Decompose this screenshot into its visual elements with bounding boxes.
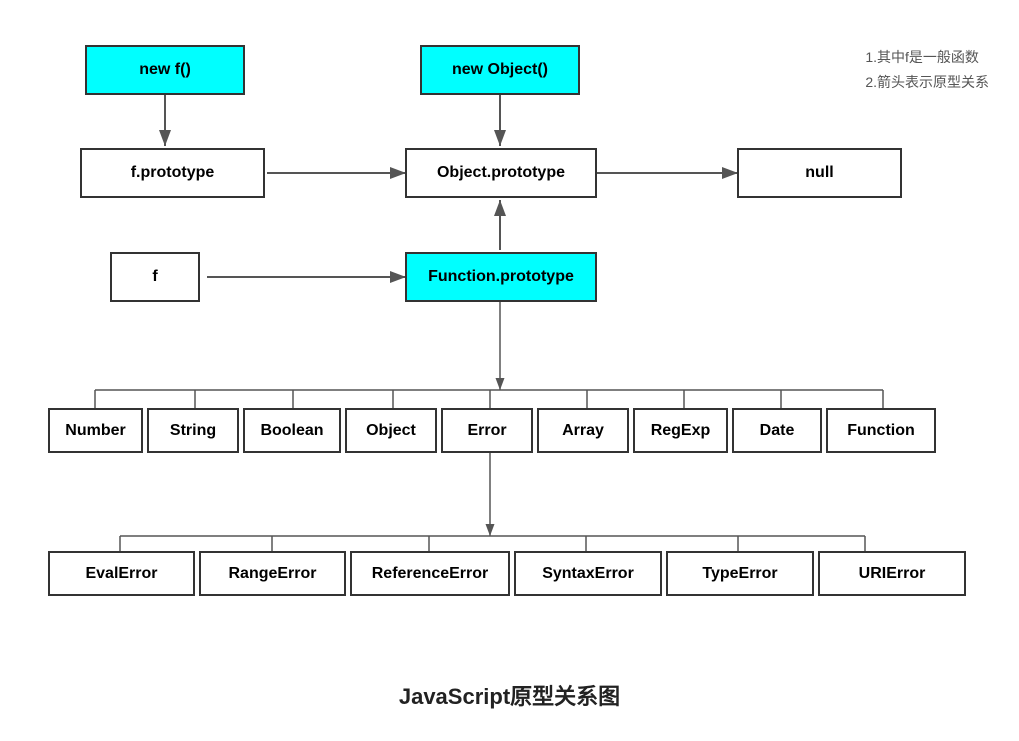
evalerror-label: EvalError	[85, 565, 157, 583]
function-prototype-box: Function.prototype	[405, 252, 597, 302]
rangeerror-box: RangeError	[199, 551, 346, 596]
typeerror-box: TypeError	[666, 551, 814, 596]
diagram-title: JavaScript原型关系图	[399, 679, 620, 711]
new-f-box: new f()	[85, 45, 245, 95]
legend: 1.其中f是一般函数 2.箭头表示原型关系	[865, 45, 989, 95]
evalerror-box: EvalError	[48, 551, 195, 596]
date-box: Date	[732, 408, 822, 453]
regexp-label: RegExp	[651, 422, 711, 440]
typeerror-label: TypeError	[702, 565, 777, 583]
f-box: f	[110, 252, 200, 302]
boolean-label: Boolean	[260, 422, 323, 440]
date-label: Date	[760, 422, 795, 440]
diagram: new f() new Object() f.prototype Object.…	[0, 0, 1019, 741]
number-label: Number	[65, 422, 125, 440]
object-prototype-label: Object.prototype	[437, 164, 565, 182]
number-box: Number	[48, 408, 143, 453]
error-label: Error	[467, 422, 506, 440]
object-prototype-box: Object.prototype	[405, 148, 597, 198]
f-prototype-label: f.prototype	[131, 164, 215, 182]
arrows-svg	[0, 0, 1019, 741]
string-box: String	[147, 408, 239, 453]
syntaxerror-box: SyntaxError	[514, 551, 662, 596]
legend-line2: 2.箭头表示原型关系	[865, 70, 989, 95]
f-label: f	[152, 268, 157, 286]
function-prototype-label: Function.prototype	[428, 268, 574, 286]
referenceerror-box: ReferenceError	[350, 551, 510, 596]
function-box: Function	[826, 408, 936, 453]
array-label: Array	[562, 422, 604, 440]
object-box: Object	[345, 408, 437, 453]
error-box: Error	[441, 408, 533, 453]
f-prototype-box: f.prototype	[80, 148, 265, 198]
rangeerror-label: RangeError	[228, 565, 316, 583]
function-label: Function	[847, 422, 915, 440]
new-object-label: new Object()	[452, 61, 548, 79]
regexp-box: RegExp	[633, 408, 728, 453]
string-label: String	[170, 422, 216, 440]
urierror-box: URIError	[818, 551, 966, 596]
referenceerror-label: ReferenceError	[372, 565, 489, 583]
new-object-box: new Object()	[420, 45, 580, 95]
new-f-label: new f()	[139, 61, 191, 79]
null-box: null	[737, 148, 902, 198]
array-box: Array	[537, 408, 629, 453]
legend-line1: 1.其中f是一般函数	[865, 45, 989, 70]
urierror-label: URIError	[859, 565, 926, 583]
boolean-box: Boolean	[243, 408, 341, 453]
null-label: null	[805, 164, 833, 182]
syntaxerror-label: SyntaxError	[542, 565, 634, 583]
object-label: Object	[366, 422, 416, 440]
